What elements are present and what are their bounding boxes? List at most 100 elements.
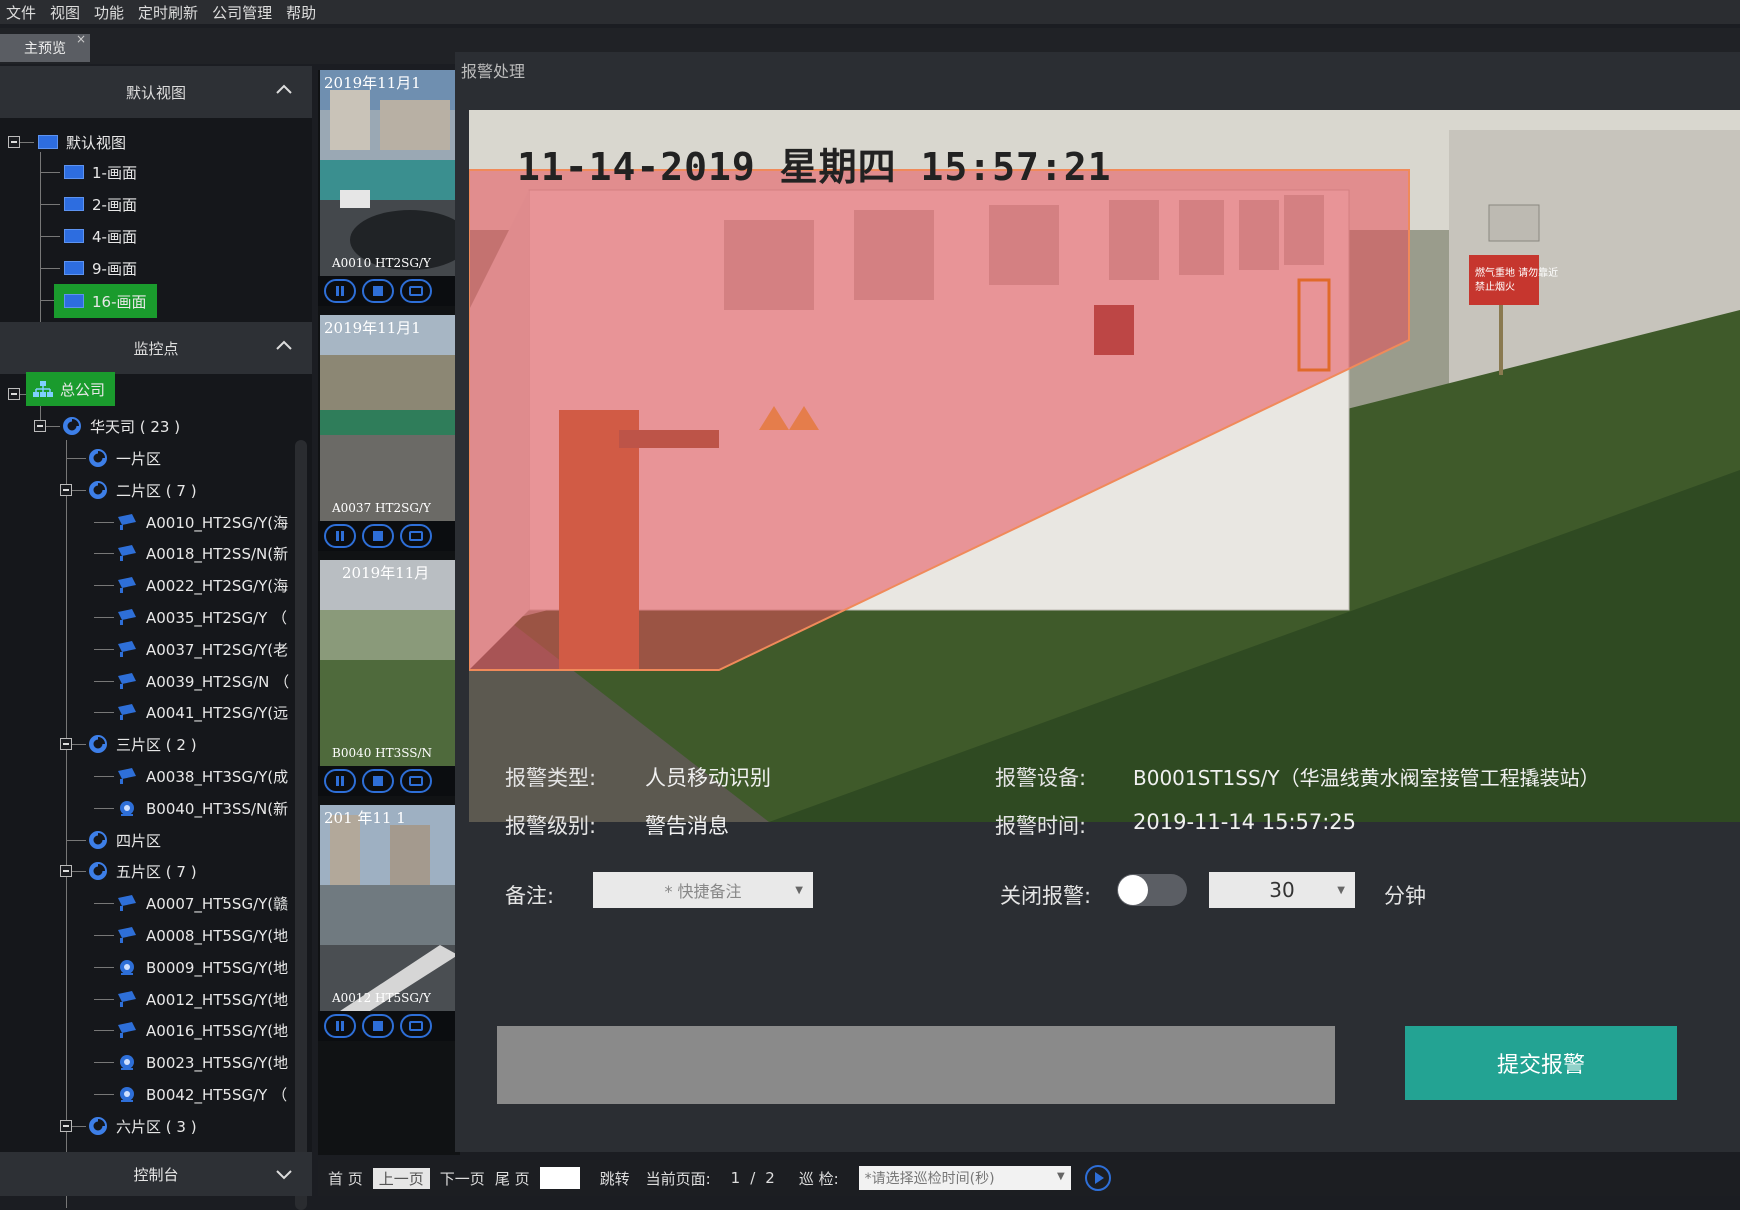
video-tile-3[interactable]: 2019年11月 B0040 HT3SS/N: [320, 560, 458, 766]
tree-region-node[interactable]: 五片区 ( 7 ): [88, 857, 197, 885]
tree-scrollbar[interactable]: [295, 440, 307, 1210]
video-timestamp: 2019年11月1: [324, 74, 421, 92]
camera-icon: [118, 1022, 136, 1038]
camera-snapshot-icon[interactable]: [400, 769, 432, 793]
collapse-icon[interactable]: [60, 738, 72, 750]
pause-icon[interactable]: [324, 279, 356, 303]
chevron-up-icon[interactable]: [274, 336, 294, 356]
collapse-icon[interactable]: [60, 865, 72, 877]
menu-help[interactable]: 帮助: [286, 2, 316, 23]
tree-region-node[interactable]: 一片区: [88, 444, 161, 472]
tree-camera-node[interactable]: A0041_HT2SG/Y(远: [116, 698, 288, 726]
tree-node-label: A0018_HT2SS/N(新: [146, 544, 289, 563]
view-item-9[interactable]: 9-画面: [64, 254, 137, 282]
view-item-16-selected[interactable]: 16-画面: [54, 284, 157, 318]
menu-timed-refresh[interactable]: 定时刷新: [138, 2, 198, 23]
tree-root-label: 总公司: [60, 380, 106, 399]
collapse-icon[interactable]: [8, 136, 20, 148]
stop-icon[interactable]: [362, 769, 394, 793]
menu-function[interactable]: 功能: [94, 2, 124, 23]
video-caption: B0040 HT3SS/N: [332, 746, 433, 760]
region-icon: [89, 481, 107, 499]
tree-camera-node[interactable]: B0042_HT5SG/Y （: [116, 1080, 287, 1108]
tree-camera-node[interactable]: A0016_HT5SG/Y(地: [116, 1016, 288, 1044]
camera-icon: [118, 768, 136, 784]
first-page-button[interactable]: 首 页: [328, 1168, 363, 1189]
monitor-header-label: 监控点: [133, 339, 179, 358]
page-jump-input[interactable]: [539, 1167, 580, 1189]
close-alarm-toggle[interactable]: [1117, 874, 1187, 906]
last-page-button[interactable]: 尾 页: [495, 1168, 530, 1189]
pause-icon[interactable]: [324, 524, 356, 548]
video-tile-2[interactable]: 2019年11月1 A0037 HT2SG/Y: [320, 315, 458, 521]
collapse-icon[interactable]: [34, 420, 46, 432]
tree-camera-node[interactable]: A0022_HT2SG/Y(海: [116, 571, 288, 599]
tree-region-node[interactable]: 三片区 ( 2 ): [88, 730, 197, 758]
stop-icon[interactable]: [362, 524, 394, 548]
chevron-down-icon[interactable]: [274, 1164, 294, 1184]
tree-root-company[interactable]: 总公司: [26, 372, 116, 406]
tree-camera-node[interactable]: A0007_HT5SG/Y(赣: [116, 889, 288, 917]
camera-snapshot-icon[interactable]: [400, 279, 432, 303]
tree-node-label: B0023_HT5SG/Y(地: [146, 1053, 289, 1072]
tree-region-node[interactable]: 六片区 ( 3 ): [88, 1112, 197, 1140]
video-frame: [320, 805, 458, 1011]
camera-snapshot-icon[interactable]: [400, 524, 432, 548]
video-tile-4[interactable]: 201 年11 1 A0012 HT5SG/Y: [320, 805, 458, 1011]
menu-file[interactable]: 文件: [6, 2, 36, 23]
tree-camera-node[interactable]: A0037_HT2SG/Y(老: [116, 635, 288, 663]
monitor-section-header[interactable]: 监控点: [0, 322, 312, 374]
close-icon[interactable]: ×: [76, 32, 86, 46]
camera-snapshot-icon[interactable]: [400, 1014, 432, 1038]
tree-camera-node[interactable]: A0008_HT5SG/Y(地: [116, 921, 288, 949]
collapse-icon[interactable]: [60, 484, 72, 496]
views-root[interactable]: 默认视图: [38, 128, 126, 156]
camera-icon: [118, 641, 136, 657]
tree-node-label: A0010_HT2SG/Y(海: [146, 513, 289, 532]
tree-camera-node[interactable]: A0010_HT2SG/Y(海: [116, 508, 288, 536]
tree-camera-node[interactable]: A0018_HT2SS/N(新: [116, 539, 288, 567]
views-section-header[interactable]: 默认视图: [0, 66, 312, 118]
submit-alarm-button[interactable]: 提交报警: [1405, 1026, 1677, 1100]
collapse-icon[interactable]: [60, 1120, 72, 1132]
menu-company-management[interactable]: 公司管理: [212, 2, 272, 23]
views-root-label: 默认视图: [66, 133, 127, 152]
jump-button[interactable]: 跳转: [600, 1168, 630, 1189]
tab-label: 主预览: [24, 41, 66, 57]
video-tile-1[interactable]: 2019年11月1 A0010 HT2SG/Y: [320, 70, 458, 276]
tree-company-node[interactable]: 华天司 ( 23 ): [62, 412, 180, 440]
tree-camera-node[interactable]: A0035_HT2SG/Y （: [116, 603, 287, 631]
chevron-up-icon[interactable]: [274, 80, 294, 100]
view-item-1[interactable]: 1-画面: [64, 158, 137, 186]
quick-note-select[interactable]: * 快捷备注 ▼: [593, 872, 813, 908]
alarm-device-label: 报警设备:: [995, 766, 1087, 790]
stop-icon[interactable]: [362, 279, 394, 303]
region-icon: [89, 862, 107, 880]
collapse-icon[interactable]: [8, 388, 20, 400]
tree-node-label: B0009_HT5SG/Y(地: [146, 958, 289, 977]
console-section-header[interactable]: 控制台: [0, 1152, 312, 1196]
menu-view[interactable]: 视图: [50, 2, 80, 23]
tree-region-node[interactable]: 四片区: [88, 826, 161, 854]
tree-camera-node[interactable]: B0009_HT5SG/Y(地: [116, 953, 288, 981]
view-item-2[interactable]: 2-画面: [64, 190, 137, 218]
patrol-interval-select[interactable]: *请选择巡检时间(秒) ▼: [858, 1166, 1071, 1190]
view-item-4[interactable]: 4-画面: [64, 222, 137, 250]
tree-camera-node[interactable]: B0023_HT5SG/Y(地: [116, 1048, 288, 1076]
next-page-button[interactable]: 下一页: [440, 1168, 485, 1189]
minutes-select[interactable]: 30 ▼: [1209, 872, 1355, 908]
tree-region-node[interactable]: 二片区 ( 7 ): [88, 476, 197, 504]
note-textarea[interactable]: [497, 1026, 1335, 1104]
tree-camera-node[interactable]: A0039_HT2SG/N （: [116, 667, 289, 695]
prev-page-button[interactable]: 上一页: [372, 1167, 430, 1189]
tree-camera-node[interactable]: A0012_HT5SG/Y(地: [116, 985, 288, 1013]
tree-camera-node[interactable]: A0038_HT3SG/Y(成: [116, 762, 288, 790]
tab-main-preview[interactable]: 主预览 ×: [0, 32, 90, 62]
tree-camera-node[interactable]: B0040_HT3SS/N(新: [116, 794, 288, 822]
camera-icon: [118, 673, 136, 689]
tree-node-label: A0007_HT5SG/Y(赣: [146, 894, 289, 913]
stop-icon[interactable]: [362, 1014, 394, 1038]
play-icon[interactable]: [1084, 1165, 1111, 1191]
pause-icon[interactable]: [324, 769, 356, 793]
pause-icon[interactable]: [324, 1014, 356, 1038]
